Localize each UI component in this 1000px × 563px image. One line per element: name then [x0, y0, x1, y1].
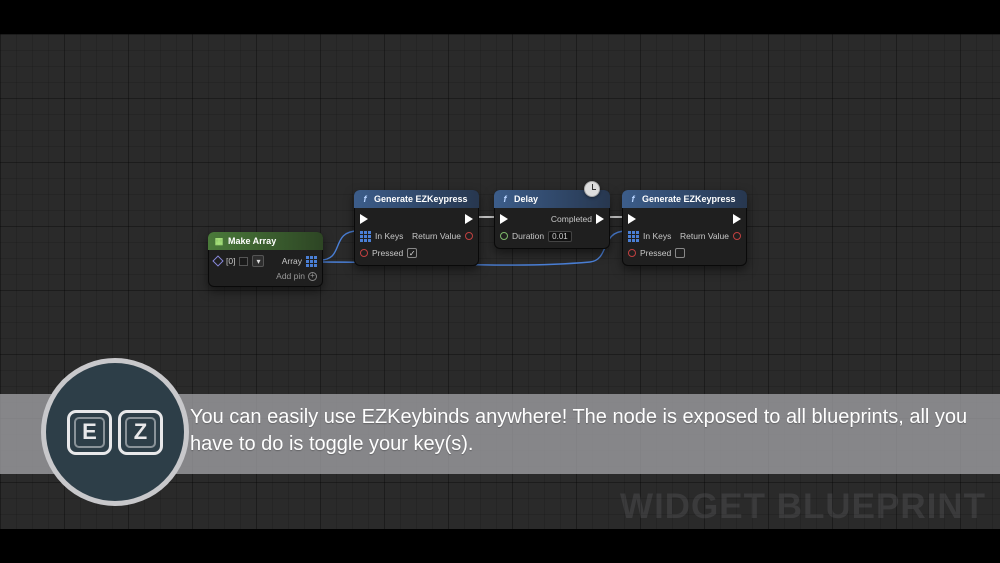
plus-icon: + [308, 272, 317, 281]
pin-return-value[interactable] [465, 232, 473, 240]
keycap-z-icon: Z [118, 410, 163, 455]
node-title: Generate EZKeypress [374, 194, 468, 204]
node-header[interactable]: f Generate EZKeypress [622, 190, 747, 208]
node-delay[interactable]: f Delay Completed Duration 0.01 [494, 190, 610, 249]
pin-label-in-keys: In Keys [643, 231, 671, 241]
key-picker-icon[interactable] [239, 257, 248, 266]
pin-label-return: Return Value [680, 231, 729, 241]
node-header[interactable]: ▦ Make Array [208, 232, 323, 250]
function-icon: f [360, 194, 370, 204]
pin-label-in-keys: In Keys [375, 231, 403, 241]
pin-duration[interactable] [500, 232, 508, 240]
graph-type-watermark: WIDGET BLUEPRINT [620, 487, 986, 527]
pin-exec-out[interactable] [733, 214, 741, 224]
node-title: Make Array [228, 236, 276, 246]
pin-exec-in[interactable] [500, 214, 508, 224]
node-make-array[interactable]: ▦ Make Array [0] ▾ Array Add pin + [208, 232, 323, 287]
keycap-e-icon: E [67, 410, 112, 455]
array-icon: ▦ [214, 236, 224, 246]
pin-label-completed: Completed [551, 214, 592, 224]
node-generate-ezkeypress-1[interactable]: f Generate EZKeypress In Keys Return Val… [354, 190, 479, 266]
pressed-checkbox[interactable]: ✓ [407, 248, 417, 258]
pin-out-array[interactable] [306, 256, 317, 267]
pin-in-keys[interactable] [628, 231, 639, 242]
pin-exec-out[interactable] [465, 214, 473, 224]
pin-pressed[interactable] [360, 249, 368, 257]
duration-input[interactable]: 0.01 [548, 231, 572, 242]
node-title: Generate EZKeypress [642, 194, 736, 204]
pin-label-pressed: Pressed [640, 248, 671, 258]
pin-pressed[interactable] [628, 249, 636, 257]
pin-label-return: Return Value [412, 231, 461, 241]
pin-in-wildcard[interactable] [212, 255, 223, 266]
clock-icon [584, 181, 600, 197]
pin-label-index0: [0] [226, 256, 235, 266]
pressed-checkbox[interactable] [675, 248, 685, 258]
add-pin-button[interactable]: Add pin + [214, 271, 317, 281]
function-icon: f [628, 194, 638, 204]
pin-exec-in[interactable] [360, 214, 368, 224]
pin-label-pressed: Pressed [372, 248, 403, 258]
caption-text: You can easily use EZKeybinds anywhere! … [190, 404, 985, 458]
node-title: Delay [514, 194, 538, 204]
key-dropdown[interactable]: ▾ [252, 255, 264, 267]
pin-exec-completed[interactable] [596, 214, 604, 224]
pin-return-value[interactable] [733, 232, 741, 240]
function-icon: f [500, 194, 510, 204]
pin-label-array: Array [282, 256, 302, 266]
pin-exec-in[interactable] [628, 214, 636, 224]
pin-label-duration: Duration [512, 231, 544, 241]
pin-in-keys[interactable] [360, 231, 371, 242]
node-header[interactable]: f Generate EZKeypress [354, 190, 479, 208]
node-generate-ezkeypress-2[interactable]: f Generate EZKeypress In Keys Return Val… [622, 190, 747, 266]
ez-badge: E Z [41, 358, 189, 506]
